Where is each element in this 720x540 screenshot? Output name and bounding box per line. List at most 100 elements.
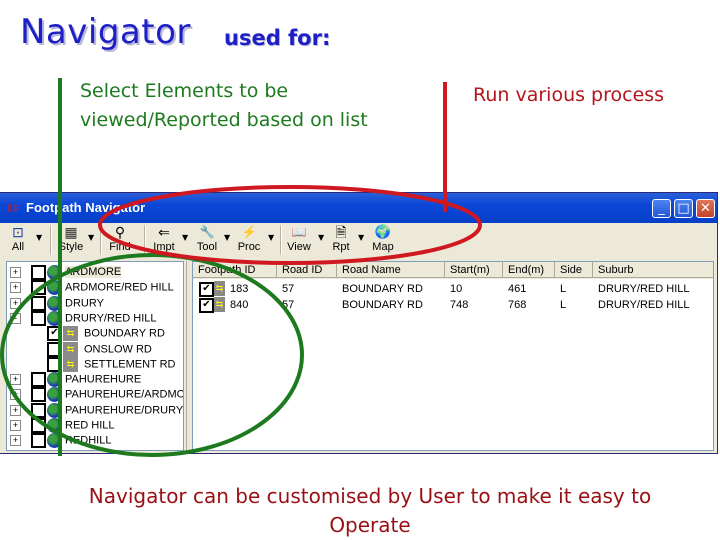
collapse-icon[interactable]: -: [10, 312, 21, 324]
all-dropdown-arrow[interactable]: ▼: [36, 233, 42, 242]
footpath-icon: ⇆: [63, 356, 78, 372]
column-header-footpath-id[interactable]: Footpath ID: [193, 262, 277, 278]
table-cell: 183: [230, 283, 249, 295]
slide-subtitle: used for:: [224, 26, 331, 50]
tree-item[interactable]: + ARDMORE: [10, 265, 122, 280]
tree-item-checkbox[interactable]: [31, 433, 46, 449]
toolbar-tool-button[interactable]: 🔧 Tool: [194, 223, 220, 257]
tree-item-checkbox[interactable]: [31, 418, 46, 433]
tree-item[interactable]: - DRURY/RED HILL: [10, 310, 157, 326]
globe-icon: [47, 295, 62, 311]
table-cell: BOUNDARY RD: [342, 299, 423, 311]
globe-icon: [47, 433, 62, 449]
book-icon: 📖: [291, 225, 307, 239]
suburb-tree[interactable]: + ARDMORE + ARDMORE/RED HILL + DRURY - DRURY/RE…: [6, 261, 184, 451]
title-bar[interactable]: ♯♯ Footpath Navigator _ □ ✕: [0, 193, 717, 223]
tree-item-label: PAHUREHURE: [65, 373, 142, 386]
row-checkbox[interactable]: ✔: [199, 298, 214, 313]
tree-item-checkbox[interactable]: [31, 372, 46, 388]
note-line: Navigator can be customised by User to m…: [88, 484, 652, 508]
expand-icon[interactable]: +: [10, 404, 21, 416]
tree-item[interactable]: ✔ ⇆ BOUNDARY RD: [47, 326, 165, 342]
tree-item-checkbox[interactable]: [31, 295, 46, 311]
tree-item-checkbox[interactable]: [47, 341, 62, 357]
table-cell: L: [560, 283, 567, 295]
column-header-road-id[interactable]: Road ID: [277, 262, 337, 278]
minimize-button[interactable]: _: [652, 199, 671, 218]
column-header-suburb[interactable]: Suburb: [593, 262, 713, 278]
footpath-navigator-window: ♯♯ Footpath Navigator _ □ ✕ ⊡ All ▼ ▦ St…: [0, 192, 718, 454]
tree-item-checkbox[interactable]: [31, 387, 46, 403]
footpath-grid[interactable]: Footpath ID Road ID Road Name Start(m) E…: [192, 261, 714, 451]
select-all-icon: ⊡: [12, 224, 24, 240]
toolbar-view-button[interactable]: 📖 View: [286, 223, 312, 257]
column-header-side[interactable]: Side: [555, 262, 593, 278]
expand-icon[interactable]: +: [10, 267, 21, 278]
toolbar-label: Style: [58, 241, 84, 253]
toolbar-style-button[interactable]: ▦ Style: [56, 223, 86, 257]
tree-item[interactable]: + PAHUREHURE/ARDMORE: [10, 387, 183, 403]
toolbar-proc-button[interactable]: ⚡ Proc: [236, 223, 262, 257]
tree-item-checkbox[interactable]: [31, 310, 46, 326]
toolbar-separator: [50, 225, 52, 255]
footpath-icon: ⇆: [63, 341, 78, 357]
tree-item-checkbox[interactable]: [31, 402, 46, 418]
tree-item-checkbox[interactable]: ✔: [47, 326, 62, 342]
expand-icon[interactable]: +: [10, 420, 21, 431]
toolbar-separator: [280, 225, 282, 255]
tree-item-checkbox[interactable]: [31, 280, 46, 296]
expand-icon[interactable]: +: [10, 282, 21, 294]
annotation-line: viewed/Reported based on list: [80, 109, 368, 131]
table-cell: 840: [230, 299, 249, 311]
expand-icon[interactable]: +: [10, 374, 21, 386]
tree-item[interactable]: + DRURY: [10, 295, 104, 311]
table-cell: 768: [508, 299, 527, 311]
view-dropdown-arrow[interactable]: ▼: [318, 233, 324, 242]
import-icon: ⇐: [158, 224, 170, 240]
panel-splitter[interactable]: [186, 261, 191, 451]
window-title: Footpath Navigator: [26, 200, 146, 215]
customisation-note: Navigator can be customised by User to m…: [40, 482, 700, 540]
globe-icon: 🌍: [374, 224, 392, 239]
binoculars-icon: ⚲: [114, 224, 126, 240]
proc-dropdown-arrow[interactable]: ▼: [268, 233, 274, 242]
tree-item[interactable]: + REDHILL: [10, 433, 111, 449]
tree-item[interactable]: + PAHUREHURE: [10, 372, 142, 388]
column-header-start[interactable]: Start(m): [445, 262, 503, 278]
expand-icon[interactable]: +: [10, 389, 21, 401]
toolbar-all-button[interactable]: ⊡ All: [6, 223, 30, 257]
tree-item-label: DRURY: [65, 297, 104, 309]
import-dropdown-arrow[interactable]: ▼: [182, 233, 188, 242]
tree-item[interactable]: + RED HILL: [10, 418, 115, 433]
globe-icon: [47, 372, 62, 388]
close-button[interactable]: ✕: [696, 199, 715, 218]
style-dropdown-arrow[interactable]: ▼: [88, 233, 94, 242]
tree-item-checkbox[interactable]: [31, 265, 46, 280]
tool-dropdown-arrow[interactable]: ▼: [224, 233, 230, 242]
expand-icon[interactable]: +: [10, 435, 21, 447]
tree-item[interactable]: + PAHUREHURE/DRURY: [10, 402, 183, 418]
footpath-icon: ⇆: [214, 281, 225, 296]
table-cell: DRURY/RED HILL: [598, 283, 690, 295]
report-dropdown-arrow[interactable]: ▼: [358, 233, 364, 242]
toolbar-map-button[interactable]: 🌍 Map: [370, 223, 396, 257]
toolbar-find-button[interactable]: ⚲ Find: [106, 223, 134, 257]
toolbar-label: Proc: [237, 241, 261, 253]
maximize-button[interactable]: □: [674, 199, 693, 218]
toolbar-import-button[interactable]: ⇐ Impt: [150, 223, 178, 257]
tree-item[interactable]: ⇆ SETTLEMENT RD: [47, 356, 175, 372]
toolbar-label: Map: [372, 241, 394, 253]
toolbar: ⊡ All ▼ ▦ Style ▼ ⚲ Find ⇐ Impt ▼ 🔧 Tool…: [0, 223, 717, 257]
expand-icon[interactable]: +: [10, 297, 21, 309]
tree-item[interactable]: ⇆ ONSLOW RD: [47, 341, 152, 357]
tree-item[interactable]: + ARDMORE/RED HILL: [10, 280, 174, 296]
row-checkbox[interactable]: ✔: [199, 282, 214, 297]
toolbar-report-button[interactable]: 🗎 Rpt: [330, 223, 352, 257]
globe-icon: [47, 310, 62, 326]
column-header-road-name[interactable]: Road Name: [337, 262, 445, 278]
column-header-end[interactable]: End(m): [503, 262, 555, 278]
tree-item-checkbox[interactable]: [47, 356, 62, 372]
toolbar-label: Tool: [196, 241, 218, 253]
style-grid-icon: ▦: [64, 224, 78, 240]
table-cell: 748: [450, 299, 469, 311]
